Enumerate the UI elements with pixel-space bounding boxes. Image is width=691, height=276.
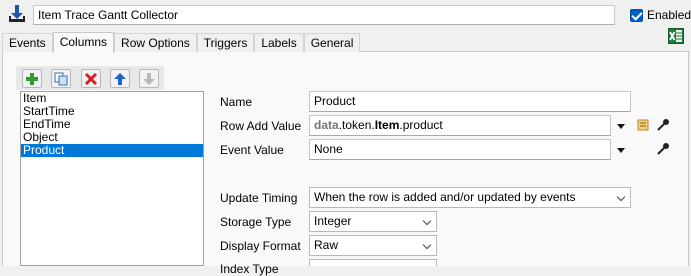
collector-icon (8, 4, 26, 24)
code-token: data (314, 118, 339, 132)
storage-type-value: Integer (314, 214, 352, 228)
delete-column-button[interactable] (81, 69, 101, 88)
add-column-button[interactable] (22, 69, 42, 88)
code-token: Item (374, 118, 400, 132)
duplicate-icon (54, 72, 68, 85)
tab-columns[interactable]: Columns (52, 32, 115, 53)
row-add-dropdown-icon[interactable] (617, 124, 625, 129)
list-item-selected[interactable]: Product (21, 144, 203, 157)
add-icon (26, 72, 38, 85)
enabled-checkbox[interactable] (630, 8, 643, 22)
enabled-label: Enabled (647, 8, 691, 22)
title-field[interactable]: Item Trace Gantt Collector (33, 5, 615, 25)
columns-list[interactable]: Item StartTime EndTime Object Product (20, 91, 204, 266)
eyedropper-icon[interactable] (655, 117, 671, 133)
chevron-down-icon (422, 240, 432, 250)
code-token: .product (399, 118, 443, 132)
index-type-label: Index Type (220, 262, 279, 276)
name-label: Name (220, 95, 253, 109)
update-timing-value: When the row is added and/or updated by … (314, 190, 576, 204)
delete-icon (84, 72, 98, 85)
tab-labels[interactable]: Labels (254, 33, 304, 52)
index-type-select[interactable] (309, 259, 437, 266)
event-value-label: Event Value (220, 143, 284, 157)
tab-general[interactable]: General (303, 33, 361, 52)
move-down-button[interactable] (139, 69, 159, 88)
eyedropper-icon[interactable] (655, 141, 671, 157)
move-up-icon (114, 72, 126, 85)
row-add-value-label: Row Add Value (220, 119, 302, 133)
tab-triggers[interactable]: Triggers (196, 33, 255, 52)
update-timing-select[interactable]: When the row is added and/or updated by … (309, 187, 631, 208)
tab-bar: Events Columns Row Options Triggers Labe… (2, 32, 361, 53)
move-down-icon (143, 72, 155, 85)
enabled-toggle[interactable]: Enabled (630, 7, 691, 23)
storage-type-select[interactable]: Integer (309, 211, 437, 232)
display-format-select[interactable]: Raw (309, 235, 437, 256)
chevron-down-icon (422, 216, 432, 226)
tab-row-options[interactable]: Row Options (114, 33, 197, 52)
update-timing-label: Update Timing (220, 191, 298, 205)
excel-export-icon[interactable] (668, 28, 684, 44)
name-field[interactable]: Product (309, 91, 631, 112)
chevron-down-icon (616, 192, 626, 202)
display-format-label: Display Format (220, 239, 301, 253)
row-add-value-field[interactable]: data.token.Item.product (309, 115, 611, 136)
storage-type-label: Storage Type (220, 215, 292, 229)
duplicate-column-button[interactable] (51, 69, 71, 88)
event-value-dropdown-icon[interactable] (617, 148, 625, 153)
event-value-field[interactable]: None (309, 139, 611, 160)
tab-events[interactable]: Events (2, 33, 53, 52)
code-token: .token. (338, 118, 375, 132)
display-format-value: Raw (314, 238, 339, 252)
move-up-button[interactable] (110, 69, 130, 88)
script-icon[interactable] (636, 118, 650, 132)
